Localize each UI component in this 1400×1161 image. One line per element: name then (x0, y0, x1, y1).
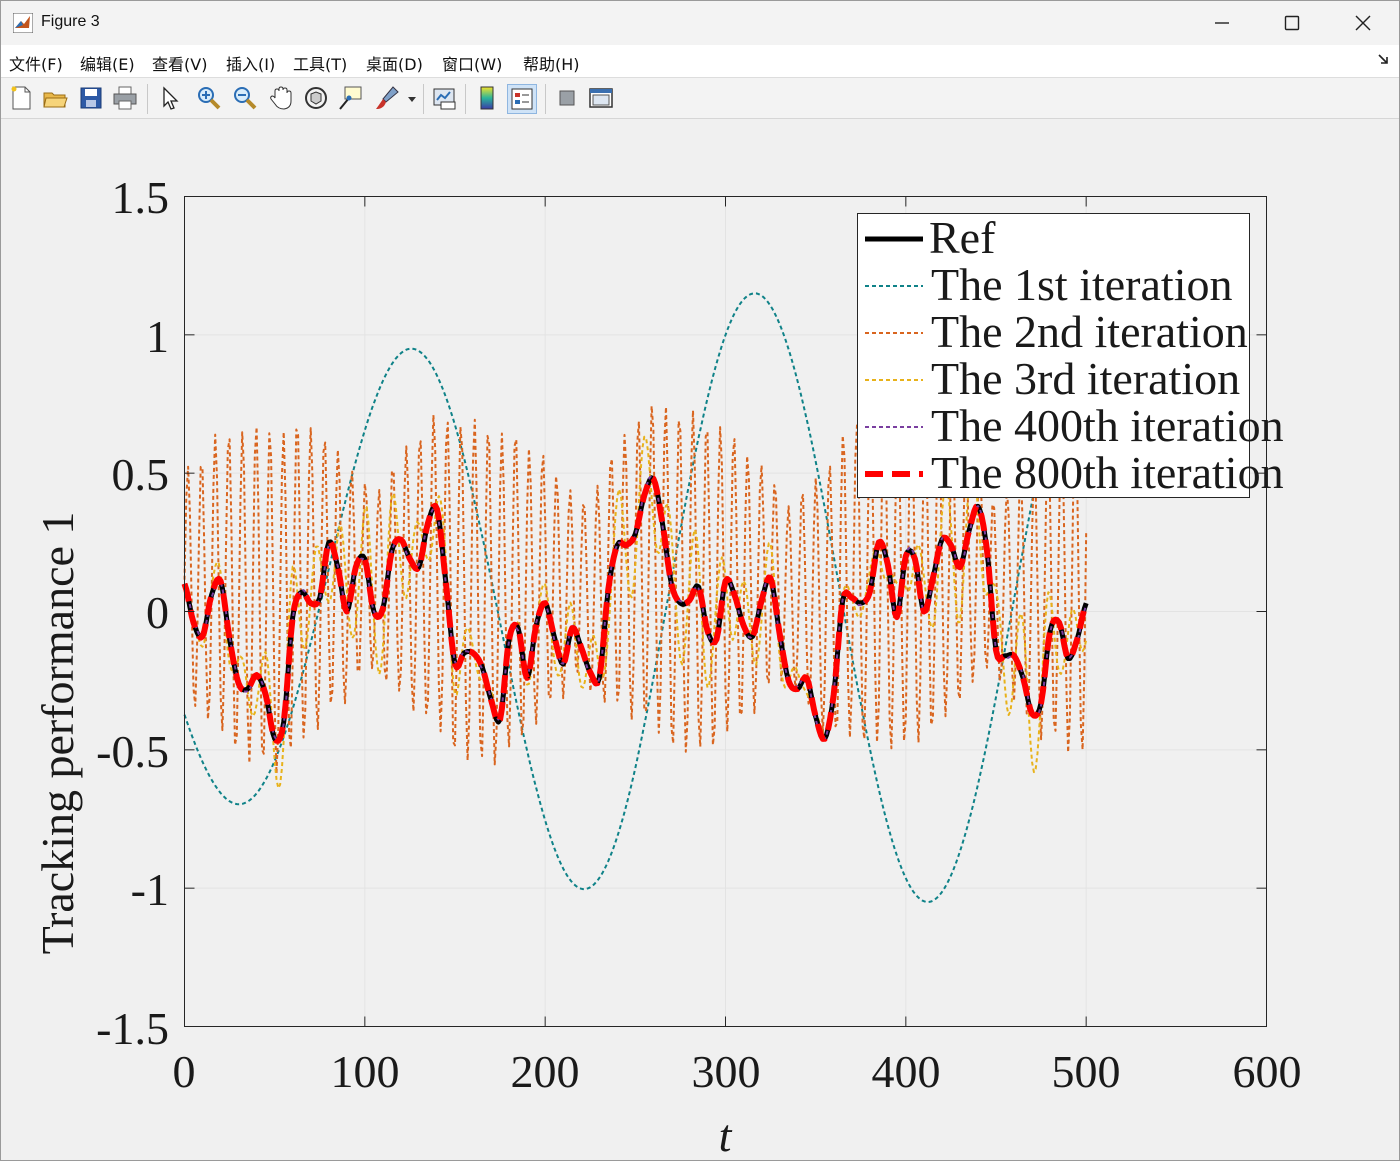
toolbar-separator (423, 84, 424, 114)
x-tick-label: 100 (331, 1046, 400, 1097)
pan-hand-icon[interactable] (267, 84, 295, 112)
edit-plot-arrow-icon[interactable] (155, 84, 183, 112)
matlab-logo-icon (13, 13, 33, 33)
x-tick-labels: 0 100 200 300 400 500 600 (173, 1046, 1302, 1097)
legend-icon[interactable] (507, 84, 537, 114)
close-icon (1355, 15, 1371, 31)
y-tick-label: 0 (146, 587, 169, 638)
close-button[interactable] (1328, 1, 1398, 45)
figure-canvas[interactable]: 0 100 200 300 400 500 600 1.5 1 0.5 0 -0… (1, 119, 1399, 1160)
menu-view[interactable]: 查看(V) (152, 51, 207, 75)
toolbar-separator (465, 84, 466, 114)
x-tick-label: 400 (872, 1046, 941, 1097)
x-axis-label: t (719, 1110, 733, 1160)
title-bar[interactable]: Figure 3 (1, 1, 1399, 45)
minimize-icon (1215, 22, 1229, 24)
menu-window[interactable]: 窗口(W) (442, 51, 502, 75)
colorbar-icon[interactable] (473, 84, 501, 112)
legend-label-ref: Ref (929, 212, 996, 263)
save-icon[interactable] (77, 84, 105, 112)
legend[interactable]: Ref The 1st iteration The 2nd iteration … (857, 212, 1284, 498)
print-icon[interactable] (111, 84, 139, 112)
brush-icon[interactable] (373, 84, 401, 112)
maximize-icon (1284, 15, 1300, 31)
zoom-out-icon[interactable] (231, 84, 259, 112)
maximize-button[interactable] (1257, 1, 1327, 45)
menu-desktop[interactable]: 桌面(D) (366, 51, 423, 75)
y-tick-label: 1.5 (112, 172, 170, 223)
brush-dropdown-icon[interactable] (407, 94, 417, 104)
hide-plot-tools-icon[interactable] (553, 84, 581, 112)
show-plot-tools-icon[interactable] (587, 84, 615, 112)
data-cursor-icon[interactable] (337, 84, 365, 112)
x-tick-label: 0 (173, 1046, 196, 1097)
minimize-button[interactable] (1187, 1, 1257, 45)
y-tick-label: -1.5 (96, 1003, 169, 1054)
y-tick-label: -1 (131, 864, 169, 915)
menu-file[interactable]: 文件(F) (9, 51, 63, 75)
link-plot-icon[interactable] (431, 84, 459, 112)
dock-figure-icon[interactable] (1377, 53, 1389, 65)
x-tick-label: 300 (692, 1046, 761, 1097)
legend-label-iter-1: The 1st iteration (931, 259, 1232, 310)
chart[interactable]: 0 100 200 300 400 500 600 1.5 1 0.5 0 -0… (1, 119, 1399, 1160)
rotate-3d-icon[interactable] (302, 84, 330, 112)
x-tick-label: 200 (511, 1046, 580, 1097)
menu-tools[interactable]: 工具(T) (293, 51, 347, 75)
menu-insert[interactable]: 插入(I) (226, 51, 275, 75)
y-tick-label: -0.5 (96, 726, 169, 777)
legend-label-iter-400: The 400th iteration (931, 400, 1284, 451)
legend-label-iter-3: The 3rd iteration (931, 353, 1240, 404)
menu-edit[interactable]: 编辑(E) (80, 51, 135, 75)
x-tick-label: 600 (1233, 1046, 1302, 1097)
y-tick-labels: 1.5 1 0.5 0 -0.5 -1 -1.5 (96, 172, 169, 1054)
legend-label-iter-800: The 800th iteration (931, 447, 1284, 498)
y-tick-label: 1 (146, 311, 169, 362)
window-title: Figure 3 (41, 13, 100, 30)
x-tick-label: 500 (1052, 1046, 1121, 1097)
open-file-icon[interactable] (41, 84, 69, 112)
figure-window: Figure 3 文件(F) 编辑(E) 查看(V) 插入(I) 工具(T) 桌… (0, 0, 1400, 1161)
toolbar-separator (545, 84, 546, 114)
toolbar-separator (147, 84, 148, 114)
toolbar (1, 78, 1399, 119)
menu-bar: 文件(F) 编辑(E) 查看(V) 插入(I) 工具(T) 桌面(D) 窗口(W… (1, 45, 1399, 78)
y-tick-label: 0.5 (112, 449, 170, 500)
new-figure-icon[interactable] (7, 84, 35, 112)
legend-label-iter-2: The 2nd iteration (931, 306, 1248, 357)
menu-help[interactable]: 帮助(H) (523, 51, 580, 75)
y-axis-label: Tracking performance 1 (32, 512, 83, 955)
zoom-in-icon[interactable] (195, 84, 223, 112)
